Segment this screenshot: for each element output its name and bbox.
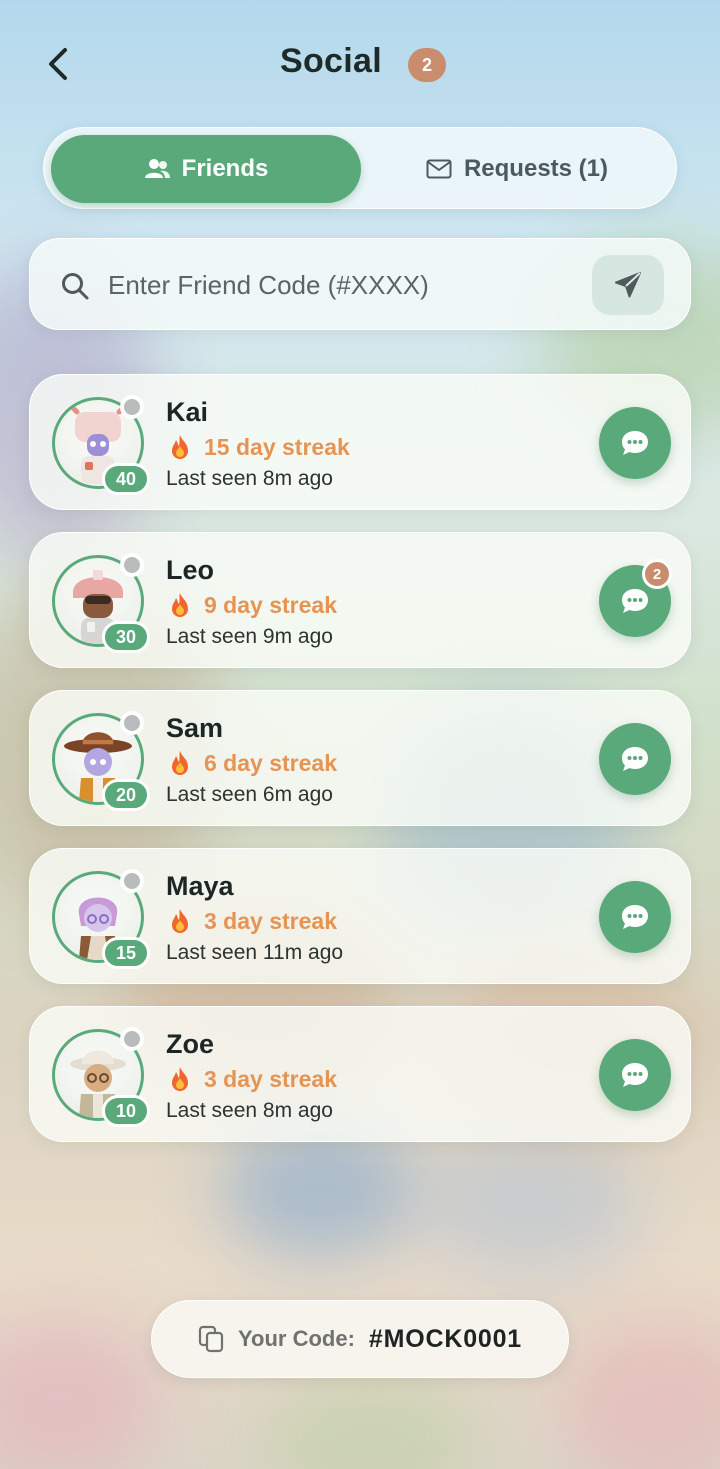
your-code-value: #MOCK0001 (368, 1324, 523, 1353)
tab-bar: Friends Requests (1) (43, 127, 677, 209)
notification-badge: 2 (408, 48, 446, 82)
status-indicator (120, 711, 144, 735)
streak: 9 day streak (166, 591, 337, 619)
streak-text: 9 day streak (204, 591, 337, 618)
status-indicator (120, 395, 144, 419)
streak-text: 6 day streak (204, 749, 337, 776)
fire-icon (172, 435, 188, 459)
last-seen: Last seen 11m ago (166, 941, 344, 964)
friend-card[interactable]: 30 Leo 9 day streak Last seen 9m ago 2 (29, 532, 691, 668)
friend-name: Sam (166, 713, 224, 743)
friend-card[interactable]: 10 Zoe 3 day streak Last seen 8m ago (29, 1006, 691, 1142)
streak-text: 3 day streak (204, 907, 337, 934)
level-badge: 30 (102, 621, 150, 653)
friend-name: Leo (166, 555, 215, 585)
streak: 15 day streak (166, 433, 350, 461)
chat-bubble-icon (622, 747, 648, 771)
search-icon (62, 273, 89, 300)
friend-name: Maya (166, 871, 234, 901)
your-code-label: Your Code: (237, 1326, 355, 1351)
chat-bubble-icon (622, 589, 648, 613)
fire-icon (172, 1067, 188, 1091)
chat-bubble-icon (622, 431, 648, 455)
fire-icon (172, 909, 188, 933)
chat-button[interactable] (599, 723, 671, 795)
chat-bubble-icon (622, 1063, 648, 1087)
status-indicator (120, 1027, 144, 1051)
streak: 3 day streak (166, 907, 337, 935)
friend-name: Zoe (166, 1029, 215, 1059)
streak: 3 day streak (166, 1065, 337, 1093)
level-badge: 40 (102, 463, 150, 495)
page-title: Social (280, 42, 382, 80)
fire-icon (172, 593, 188, 617)
users-icon (144, 159, 170, 178)
friend-name: Kai (166, 397, 209, 427)
streak-text: 15 day streak (204, 433, 350, 460)
last-seen: Last seen 6m ago (166, 783, 333, 806)
tab-requests-label: Requests (1) (463, 155, 609, 182)
chat-button[interactable] (599, 1039, 671, 1111)
status-indicator (120, 553, 144, 577)
chat-button[interactable] (599, 881, 671, 953)
last-seen: Last seen 8m ago (166, 467, 333, 490)
streak-text: 3 day streak (204, 1065, 337, 1092)
friend-card[interactable]: 15 Maya 3 day streak Last seen 11m ago (29, 848, 691, 984)
last-seen: Last seen 9m ago (166, 625, 333, 648)
friend-card[interactable]: 20 Sam 6 day streak Last seen 6m ago (29, 690, 691, 826)
fire-icon (172, 751, 188, 775)
level-badge: 10 (102, 1095, 150, 1127)
streak: 6 day streak (166, 749, 337, 777)
friend-code-search (29, 238, 691, 330)
header: Social 2 (0, 0, 720, 130)
copy-icon (198, 1325, 224, 1353)
status-indicator (120, 869, 144, 893)
mail-icon (426, 159, 452, 179)
your-code-button[interactable]: Your Code: #MOCK0001 (151, 1300, 569, 1378)
chat-bubble-icon (622, 905, 648, 929)
chat-button[interactable] (599, 407, 671, 479)
last-seen: Last seen 8m ago (166, 1099, 333, 1122)
level-badge: 20 (102, 779, 150, 811)
friend-card[interactable]: 40 Kai 15 day streak Last seen 8m ago (29, 374, 691, 510)
send-icon (615, 272, 641, 298)
tab-friends[interactable]: Friends (51, 135, 361, 203)
friend-code-input[interactable] (108, 261, 588, 309)
send-button[interactable] (592, 255, 664, 315)
unread-badge: 2 (642, 559, 672, 589)
tab-friends-label: Friends (181, 155, 269, 182)
level-badge: 15 (102, 937, 150, 969)
tab-requests[interactable]: Requests (1) (364, 135, 670, 203)
